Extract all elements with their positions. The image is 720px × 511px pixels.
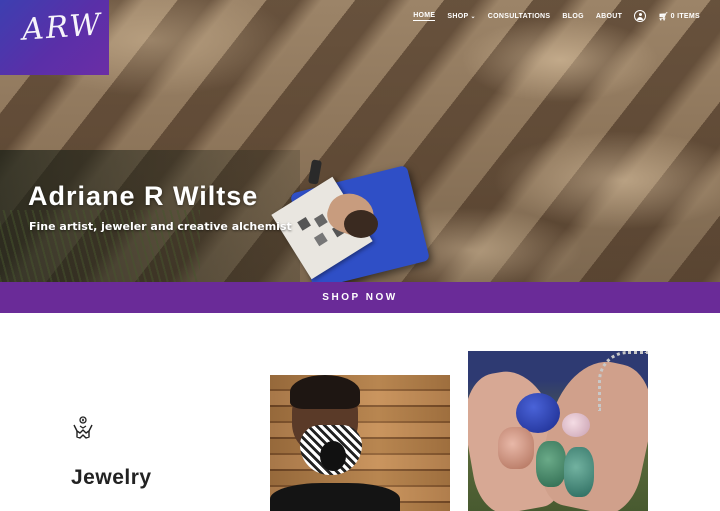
cart-link[interactable]: 🛒︎ 0 ITEMS <box>658 12 700 21</box>
user-icon[interactable] <box>634 10 647 22</box>
hero-title: Adriane R Wiltse <box>28 181 259 211</box>
hands-gem-icon <box>73 416 93 439</box>
photo-pink-stone <box>498 427 534 469</box>
nav-item-shop[interactable]: SHOP ⌄ <box>447 13 475 20</box>
nav-item-about[interactable]: ABOUT <box>596 13 622 20</box>
nav-item-shop-label: SHOP <box>447 12 469 20</box>
shop-now-button[interactable]: SHOP NOW <box>0 282 720 313</box>
site-logo[interactable]: ARW <box>0 0 109 75</box>
photo-quartz-stone <box>562 413 590 437</box>
photo-shirt <box>270 483 400 511</box>
cart-label: 0 ITEMS <box>670 12 700 20</box>
chevron-down-icon: ⌄ <box>470 13 476 20</box>
main-nav: HOME SHOP ⌄ CONSULTATIONS BLOG ABOUT 🛒︎ 0… <box>413 10 700 22</box>
photo-hair <box>290 375 360 409</box>
photo-chain <box>598 351 648 411</box>
hero-bottle <box>307 159 323 185</box>
cart-icon: 🛒︎ <box>658 11 669 21</box>
shop-now-label: SHOP NOW <box>322 292 398 303</box>
logo-signature-icon: ARW <box>20 7 104 48</box>
hero-person-hair <box>344 210 378 238</box>
nav-item-consultations[interactable]: CONSULTATIONS <box>488 13 551 20</box>
masked-person-photo[interactable] <box>270 375 450 511</box>
hero-banner: ARW HOME SHOP ⌄ CONSULTATIONS BLOG ABOUT … <box>0 0 720 282</box>
jewelry-heading: Jewelry <box>71 466 152 489</box>
gemstone-necklaces-photo[interactable] <box>468 351 648 511</box>
nav-item-blog[interactable]: BLOG <box>562 13 583 20</box>
photo-teal-stone <box>564 447 594 497</box>
nav-item-home[interactable]: HOME <box>413 12 436 21</box>
photo-green-stone <box>536 441 566 487</box>
hero-subtitle: Fine artist, jeweler and creative alchem… <box>29 220 292 233</box>
photo-face-mask-center <box>320 441 346 471</box>
